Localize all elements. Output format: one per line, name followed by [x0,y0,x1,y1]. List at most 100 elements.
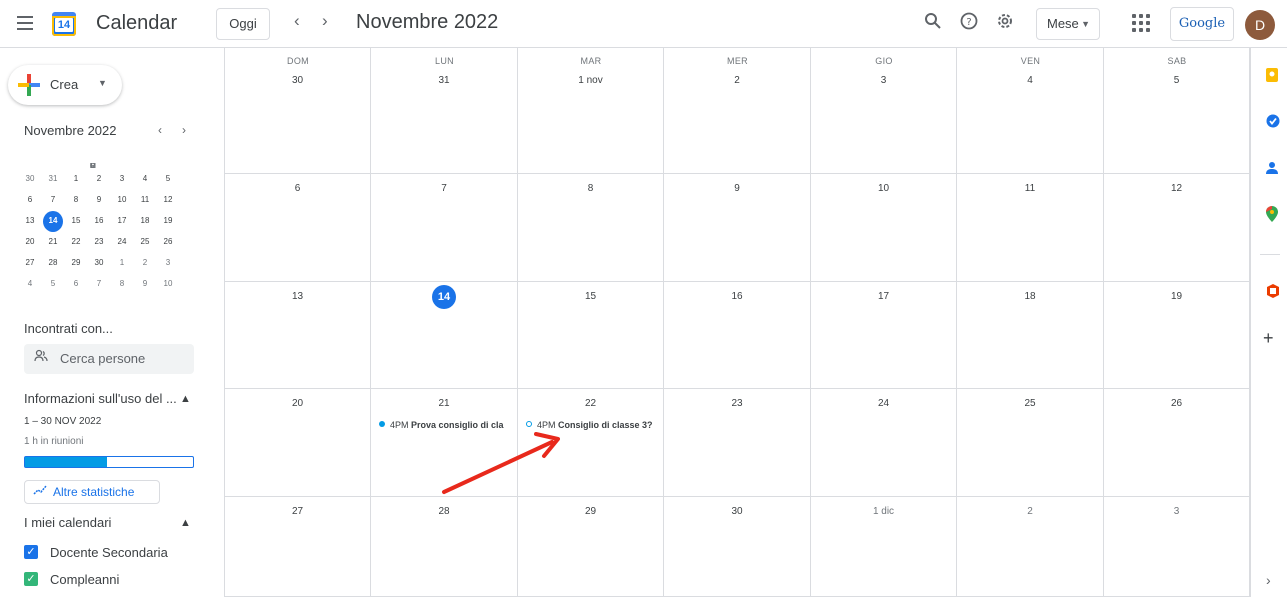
day-number[interactable]: 21 [371,398,517,409]
expand-panel-chevron-icon[interactable]: › [1266,572,1271,588]
day-number[interactable]: 20 [225,398,370,409]
tasks-icon[interactable] [1266,114,1280,131]
day-number[interactable]: 29 [518,506,663,517]
app-title[interactable]: Calendar [96,12,177,35]
day-number[interactable]: 16 [664,291,810,302]
chevron-up-icon[interactable]: ▲ [180,393,191,405]
mini-day-today[interactable]: 14 [43,211,63,232]
mini-day[interactable]: 7 [43,190,63,211]
day-number[interactable]: 9 [664,183,810,194]
mini-day[interactable]: 29 [66,253,86,274]
day-cell[interactable]: 11 [957,174,1104,282]
day-number[interactable]: 12 [1104,183,1249,194]
mini-day[interactable]: 8 [112,274,132,295]
day-number[interactable]: 1 dic [811,506,956,517]
mini-day[interactable]: 17 [112,211,132,232]
day-cell[interactable]: 26 [1104,389,1250,497]
day-cell[interactable]: 1 dic [811,497,957,597]
day-number[interactable]: 1 nov [518,75,663,86]
day-cell[interactable]: 5 [1104,48,1250,174]
checkbox-checked-icon[interactable]: ✓ [24,572,38,586]
mini-day[interactable]: 18 [135,211,155,232]
mini-prev-button[interactable]: ‹ [158,123,162,137]
day-cell[interactable]: 4 [957,48,1104,174]
mini-day[interactable]: 30 [89,253,109,274]
day-number[interactable]: 10 [811,183,956,194]
day-cell[interactable]: 3 [811,48,957,174]
day-number[interactable]: 28 [371,506,517,517]
mini-day[interactable]: 8 [66,190,86,211]
day-number[interactable]: 5 [1104,75,1249,86]
today-date-badge[interactable]: 14 [432,285,456,309]
day-number[interactable]: 8 [518,183,663,194]
mini-day[interactable]: 1 [112,253,132,274]
day-cell[interactable]: 12 [1104,174,1250,282]
mini-day[interactable]: 9 [135,274,155,295]
day-number[interactable]: 23 [664,398,810,409]
maps-icon[interactable] [1266,206,1278,225]
day-number[interactable]: 17 [811,291,956,302]
mini-day[interactable]: 12 [158,190,178,211]
day-cell[interactable]: 6 [225,174,371,282]
mini-next-button[interactable]: › [182,123,186,137]
mini-day[interactable]: 15 [66,211,86,232]
organization-logo[interactable]: Google [1170,7,1234,41]
day-cell[interactable]: 7 [371,174,518,282]
day-cell[interactable]: 9 [664,174,811,282]
mini-day[interactable]: 28 [43,253,63,274]
day-number[interactable]: 15 [518,291,663,302]
mini-day[interactable]: 16 [89,211,109,232]
day-cell[interactable]: 17 [811,282,957,389]
my-calendars-title[interactable]: I miei calendari [24,515,111,530]
day-cell[interactable]: 15 [518,282,664,389]
mini-day[interactable]: 10 [158,274,178,295]
day-cell[interactable]: 14 [371,282,518,389]
help-icon[interactable]: ? [960,12,978,35]
day-cell[interactable]: 24 [811,389,957,497]
day-cell[interactable]: 2 [957,497,1104,597]
day-number[interactable]: 30 [664,506,810,517]
day-number[interactable]: 2 [664,75,810,86]
account-avatar[interactable]: D [1245,10,1275,40]
day-number[interactable]: 3 [1104,506,1249,517]
day-cell[interactable]: 30 [664,497,811,597]
day-number[interactable]: 11 [957,183,1103,194]
main-menu-icon[interactable] [14,12,36,34]
day-number[interactable]: 3 [811,75,956,86]
day-cell[interactable]: 1 nov [518,48,664,174]
mini-day[interactable]: 22 [66,232,86,253]
mini-day[interactable]: 3 [158,253,178,274]
day-cell[interactable]: 27 [225,497,371,597]
day-number[interactable]: 4 [957,75,1103,86]
day-cell[interactable]: 31 [371,48,518,174]
day-number[interactable]: 18 [957,291,1103,302]
day-number[interactable]: 7 [371,183,517,194]
mini-day[interactable]: 9 [89,190,109,211]
today-button[interactable]: Oggi [216,8,270,40]
day-cell[interactable]: 19 [1104,282,1250,389]
mini-day[interactable]: 20 [20,232,40,253]
day-number[interactable]: 26 [1104,398,1249,409]
day-number[interactable]: 31 [371,75,517,86]
mini-day[interactable]: 21 [43,232,63,253]
create-button[interactable]: Crea ▼ [8,65,122,105]
mini-day[interactable]: 24 [112,232,132,253]
keep-icon[interactable] [1266,68,1278,85]
day-cell[interactable]: 28 [371,497,518,597]
day-cell[interactable]: 18 [957,282,1104,389]
google-apps-icon[interactable] [1132,14,1150,32]
day-cell[interactable]: 25 [957,389,1104,497]
chevron-up-icon[interactable]: ▲ [180,517,191,529]
more-stats-button[interactable]: Altre statistiche [24,480,160,504]
day-number[interactable]: 27 [225,506,370,517]
day-number[interactable]: 2 [957,506,1103,517]
contacts-icon[interactable] [1266,161,1278,178]
day-cell[interactable]: 23 [664,389,811,497]
day-number[interactable]: 24 [811,398,956,409]
usage-insights-title[interactable]: Informazioni sull'uso del ... [24,391,177,406]
day-number[interactable]: 25 [957,398,1103,409]
mini-day[interactable]: 6 [66,274,86,295]
mini-day[interactable]: 13 [20,211,40,232]
mini-day[interactable]: 27 [20,253,40,274]
day-cell[interactable]: 29 [518,497,664,597]
